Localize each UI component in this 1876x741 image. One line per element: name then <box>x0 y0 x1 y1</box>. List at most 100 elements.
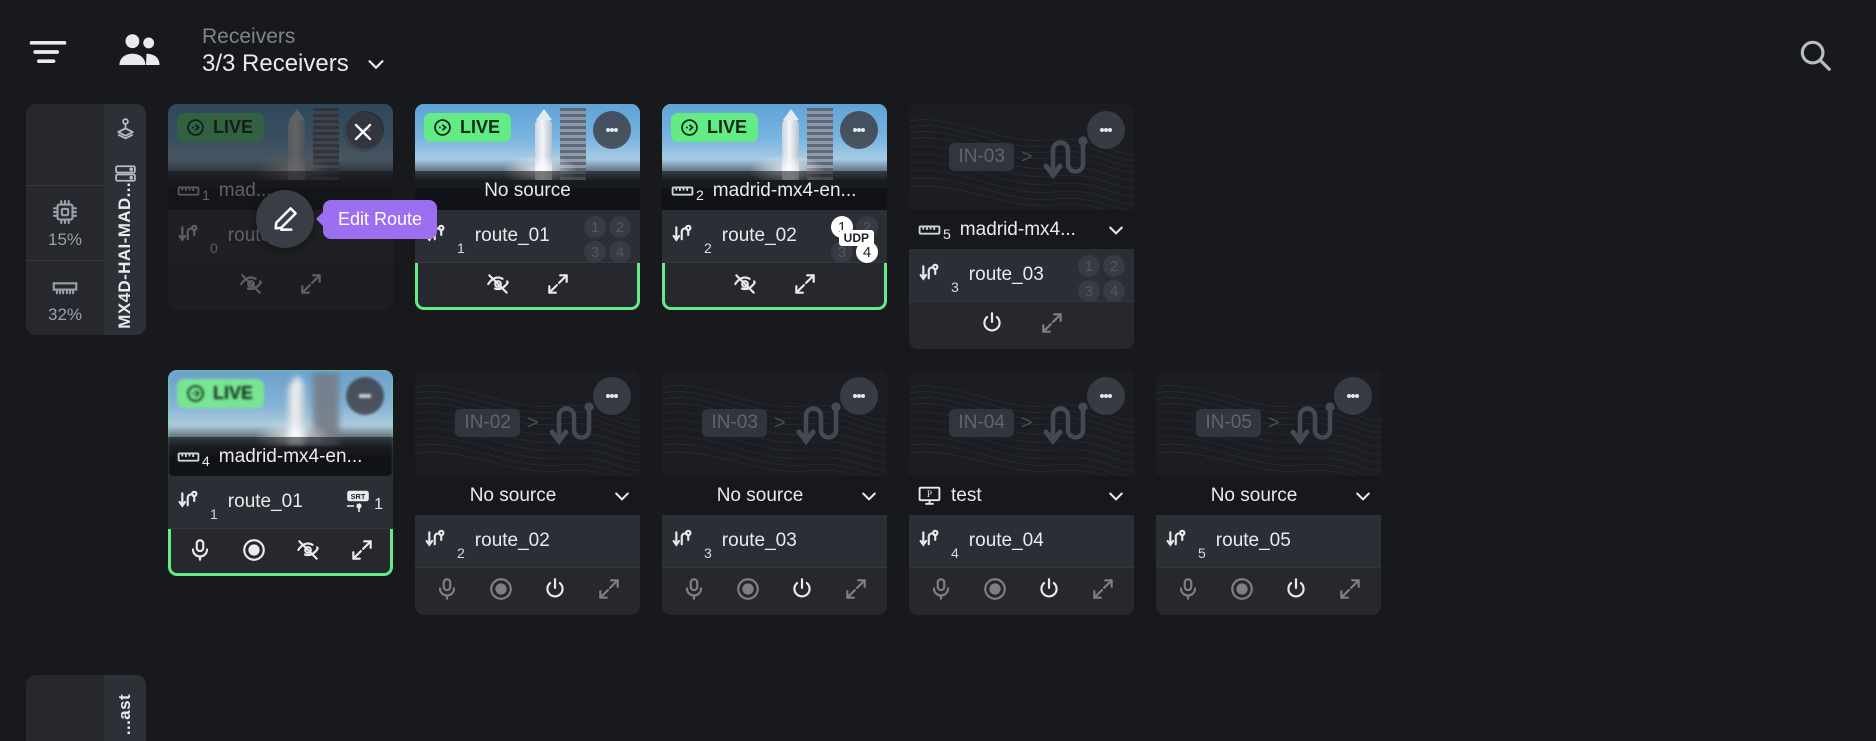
route-bar: 3 route_03 1234 <box>909 249 1134 301</box>
source-name: madrid-mx4-en... <box>713 180 879 202</box>
source-bar[interactable]: 5 madrid-mx4... <box>909 210 1134 249</box>
route-bar: 3 route_03 <box>662 515 887 567</box>
card-with-overlay: LIVE 1 mad... 0 route_00 Edit Route <box>168 104 393 310</box>
source-name: test <box>951 485 1097 507</box>
arrow-glyph: > <box>1021 412 1033 435</box>
card-menu-button[interactable] <box>346 377 384 415</box>
source-bar[interactable]: No source <box>662 476 887 515</box>
eye-off-button[interactable] <box>485 271 511 302</box>
card-menu-button[interactable] <box>840 377 878 415</box>
route-bar: 2 route_02 <box>415 515 640 567</box>
card-menu-button[interactable] <box>593 111 631 149</box>
mic-button[interactable] <box>1175 576 1201 607</box>
card-menu-button[interactable] <box>593 377 631 415</box>
arrow-glyph: > <box>774 412 786 435</box>
eye-off-button[interactable] <box>295 537 321 568</box>
keypad-key-3[interactable]: 3 <box>1078 280 1100 302</box>
keypad[interactable]: 1234 <box>584 216 631 263</box>
card-actions <box>415 262 640 310</box>
receiver-card[interactable]: LIVE 2 madrid-mx4-en... 2 route_02 1234U… <box>662 104 887 310</box>
people-icon[interactable] <box>114 26 166 78</box>
record-button[interactable] <box>982 576 1008 607</box>
source-bar[interactable]: No source <box>1156 476 1381 515</box>
route-index: 0 <box>210 240 218 256</box>
expand-button[interactable] <box>1039 310 1065 341</box>
route-index: 3 <box>704 545 712 561</box>
power-button[interactable] <box>979 310 1005 341</box>
mic-button[interactable] <box>434 576 460 607</box>
source-bar[interactable]: 4 madrid-mx4-en... <box>168 437 393 476</box>
expand-button[interactable] <box>1337 576 1363 607</box>
route-name: route_01 <box>228 491 335 513</box>
eye-off-button[interactable] <box>732 271 758 302</box>
receiver-card[interactable]: IN-03 > 5 madrid-mx4... 3 route_03 1234 <box>909 104 1134 349</box>
record-button[interactable] <box>1229 576 1255 607</box>
keypad-key-3[interactable]: 3 <box>584 241 606 263</box>
power-button[interactable] <box>789 576 815 607</box>
live-badge: LIVE <box>671 113 758 142</box>
source-bar[interactable]: 2 madrid-mx4-en... <box>662 171 887 210</box>
route-bar: 2 route_02 1234UDP <box>662 210 887 262</box>
card-menu-button[interactable] <box>1087 377 1125 415</box>
expand-button[interactable] <box>843 576 869 607</box>
mic-button[interactable] <box>928 576 954 607</box>
source-name: No source <box>423 485 603 507</box>
live-badge: LIVE <box>177 379 264 408</box>
receiver-card[interactable]: LIVE No source 1 route_01 1234 <box>415 104 640 310</box>
live-label: LIVE <box>213 383 253 404</box>
keypad-key-1[interactable]: 1 <box>1078 255 1100 277</box>
joystick-icon[interactable] <box>113 117 138 147</box>
arrow-glyph: > <box>1021 146 1033 169</box>
input-chip: IN-03 <box>949 143 1013 171</box>
record-button[interactable] <box>488 576 514 607</box>
card-menu-button[interactable] <box>840 111 878 149</box>
receiver-card[interactable]: IN-02 > No source 2 route_02 <box>415 370 640 615</box>
keypad-key-1[interactable]: 1 <box>584 216 606 238</box>
filter-icon[interactable] <box>26 30 70 74</box>
expand-button[interactable] <box>349 537 375 568</box>
device-side-rail: ...ast <box>104 675 146 741</box>
expand-button[interactable] <box>545 271 571 302</box>
card-thumbnail: IN-04 > <box>909 370 1134 476</box>
power-button[interactable] <box>1036 576 1062 607</box>
source-name: madrid-mx4... <box>960 219 1097 241</box>
edit-route-button[interactable] <box>256 190 314 248</box>
protocol-badge: UDP <box>839 230 874 246</box>
source-bar[interactable]: P test <box>909 476 1134 515</box>
device-rail-bottom: ...ast <box>26 675 146 741</box>
card-menu-button[interactable] <box>1087 111 1125 149</box>
keypad[interactable]: 1234 <box>1078 255 1125 302</box>
receiver-card[interactable]: IN-03 > No source 3 route_03 <box>662 370 887 615</box>
keypad-key-2[interactable]: 2 <box>609 216 631 238</box>
expand-button[interactable] <box>596 576 622 607</box>
keypad-key-4[interactable]: 4 <box>1103 280 1125 302</box>
header-titles: Receivers 3/3 Receivers <box>202 25 387 78</box>
expand-button[interactable] <box>298 271 324 302</box>
keypad-key-2[interactable]: 2 <box>1103 255 1125 277</box>
expand-button[interactable] <box>792 271 818 302</box>
record-button[interactable] <box>735 576 761 607</box>
receiver-card[interactable]: IN-04 > P test 4 route_04 <box>909 370 1134 615</box>
mic-button[interactable] <box>187 537 213 568</box>
eye-off-button[interactable] <box>238 271 264 302</box>
search-icon[interactable] <box>1796 36 1834 74</box>
expand-button[interactable] <box>1090 576 1116 607</box>
mic-button[interactable] <box>681 576 707 607</box>
source-bar[interactable]: No source <box>415 171 640 210</box>
card-thumbnail: IN-05 > <box>1156 370 1381 476</box>
receiver-card[interactable]: LIVE 4 madrid-mx4-en... 1 route_01 SRT1 <box>168 370 393 576</box>
keypad-key-4[interactable]: 4 <box>609 241 631 263</box>
power-button[interactable] <box>542 576 568 607</box>
header-subtitle: Receivers <box>202 25 387 50</box>
input-chip: IN-04 <box>949 409 1013 437</box>
card-actions <box>909 301 1134 349</box>
receiver-card[interactable]: IN-05 > No source 5 route_05 <box>1156 370 1381 615</box>
card-menu-button[interactable] <box>1334 377 1372 415</box>
device-side-rail: MX4D-HAI-MAD... <box>104 104 146 335</box>
record-button[interactable] <box>241 537 267 568</box>
close-icon[interactable] <box>343 112 383 152</box>
edit-route-tooltip: Edit Route <box>323 200 437 239</box>
source-bar[interactable]: No source <box>415 476 640 515</box>
receivers-selector[interactable]: 3/3 Receivers <box>202 50 387 78</box>
power-button[interactable] <box>1283 576 1309 607</box>
